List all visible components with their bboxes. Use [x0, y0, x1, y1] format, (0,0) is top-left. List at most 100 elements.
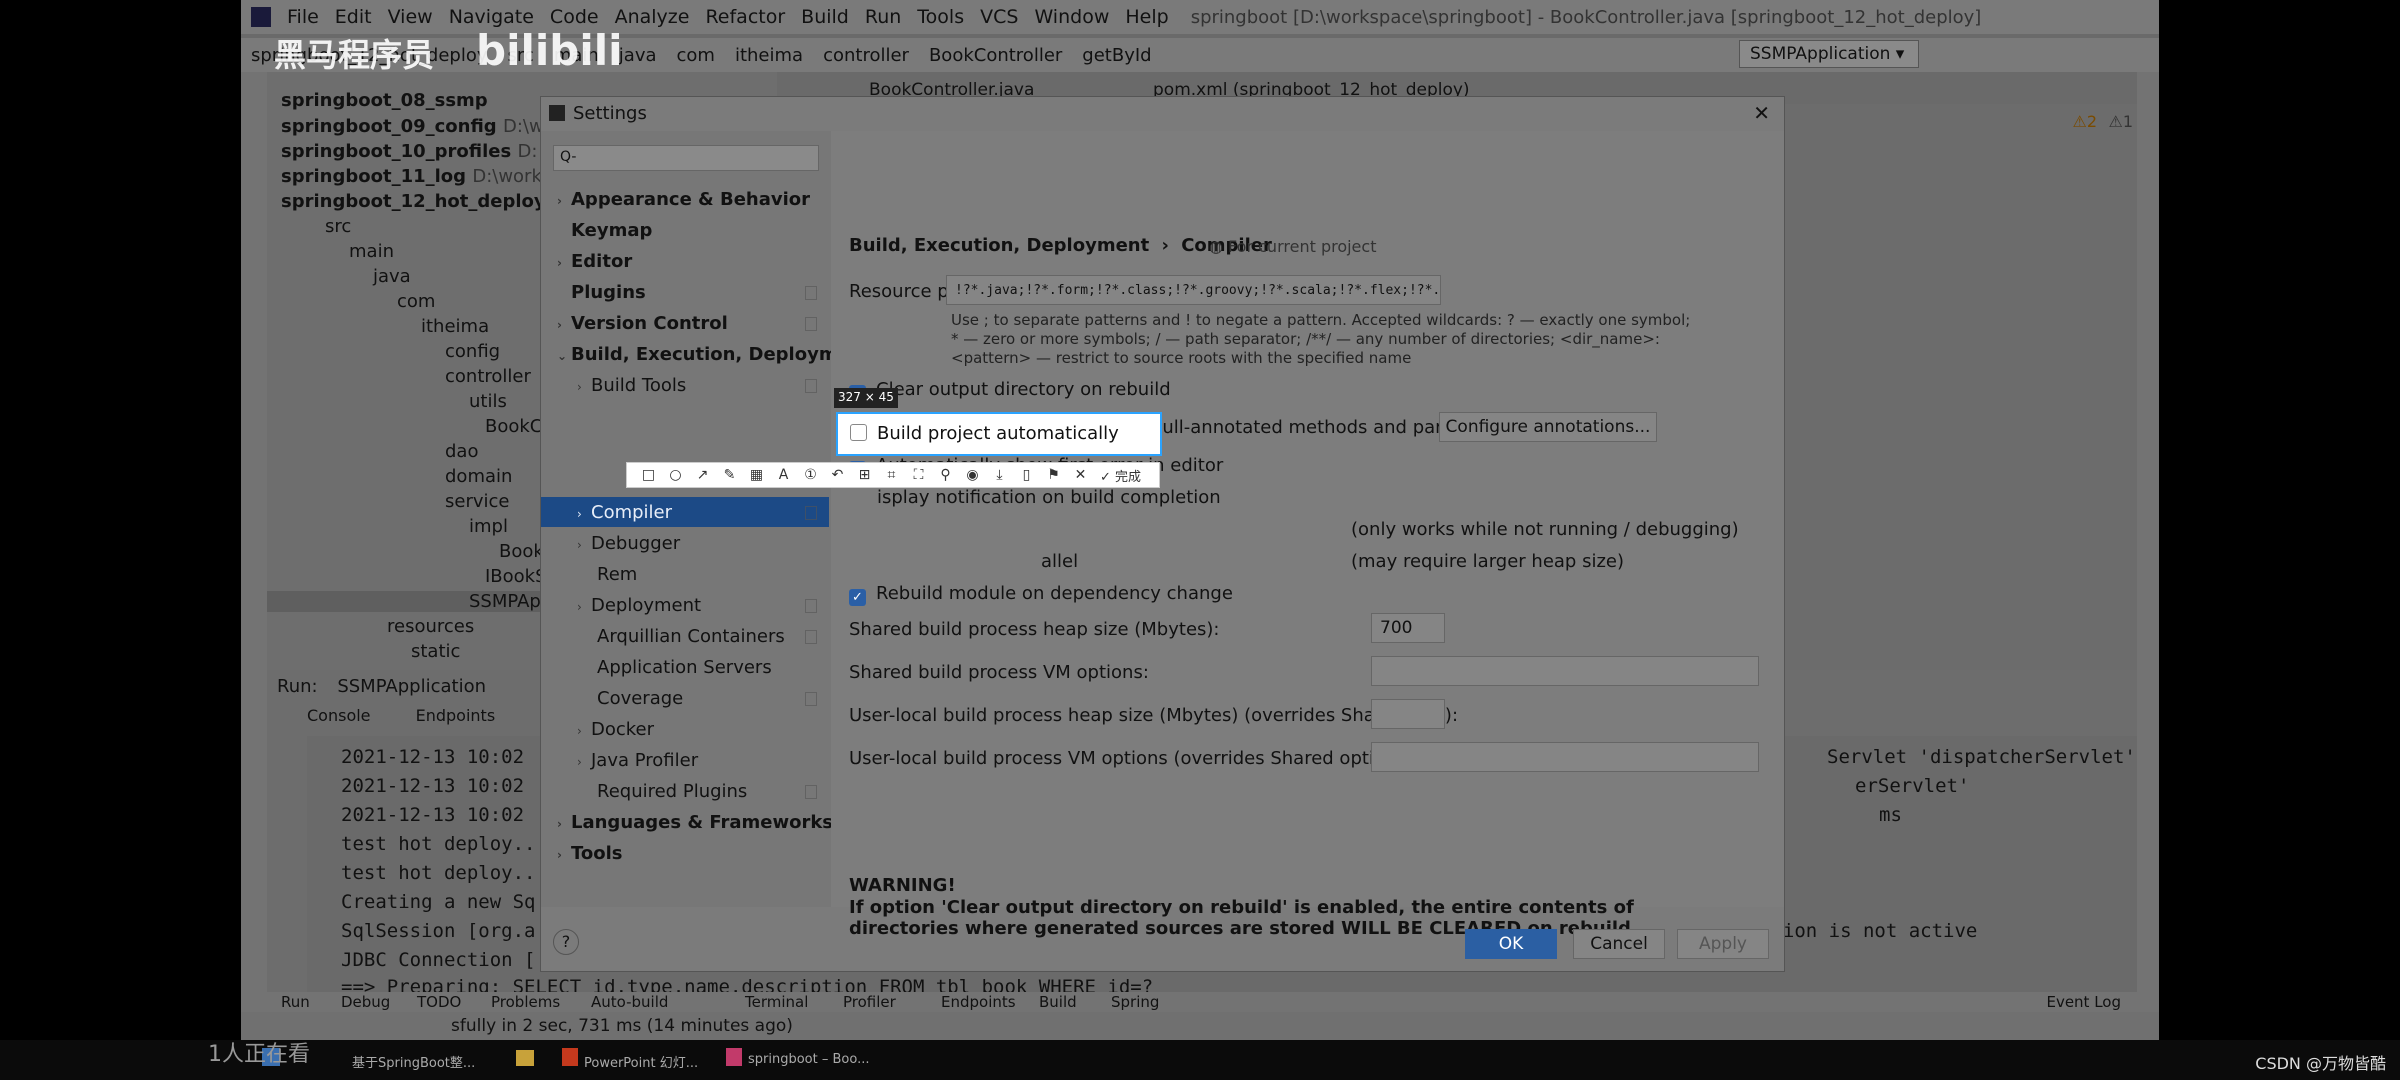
- user-heap-size-input[interactable]: [1371, 699, 1445, 729]
- taskbar-item-browser[interactable]: 基于SpringBoot整...: [352, 1052, 475, 1071]
- tree-app-servers[interactable]: Application Servers: [597, 657, 772, 678]
- menu-navigate[interactable]: Navigate: [441, 6, 542, 28]
- tree-plugins[interactable]: Plugins: [571, 282, 646, 303]
- checkbox-unchecked-icon[interactable]: [850, 424, 867, 441]
- capture-done-button[interactable]: ✓ 完成: [1100, 466, 1141, 485]
- tool-problems[interactable]: Problems: [491, 993, 560, 1011]
- tree-required-plugins[interactable]: Required Plugins: [597, 781, 747, 802]
- text-tool-icon[interactable]: A: [770, 467, 797, 483]
- tree-tools[interactable]: › Tools: [557, 843, 623, 864]
- breadcrumb-controller[interactable]: controller: [813, 45, 919, 66]
- tree-remote[interactable]: Rem: [597, 564, 637, 585]
- breadcrumb-class[interactable]: BookController: [919, 45, 1072, 66]
- bookmark-icon[interactable]: ⚑: [1040, 467, 1067, 483]
- pen-tool-icon[interactable]: ✎: [716, 467, 743, 483]
- tree-item[interactable]: service: [445, 491, 509, 512]
- save-icon[interactable]: ⤓: [986, 467, 1013, 483]
- tree-arquillian[interactable]: Arquillian Containers: [597, 626, 785, 647]
- tree-item[interactable]: config: [445, 341, 500, 362]
- resource-patterns-input[interactable]: !?*.java;!?*.form;!?*.class;!?*.groovy;!…: [946, 275, 1441, 305]
- menu-refactor[interactable]: Refactor: [697, 6, 793, 28]
- menu-build[interactable]: Build: [793, 6, 857, 28]
- tree-deployment[interactable]: › Deployment: [577, 595, 701, 616]
- option-build-automatically[interactable]: Build project automatically: [850, 423, 1119, 444]
- menu-file[interactable]: File: [279, 6, 327, 28]
- tree-item[interactable]: main: [349, 241, 394, 262]
- number-tool-icon[interactable]: ①: [797, 467, 824, 483]
- menu-run[interactable]: Run: [857, 6, 909, 28]
- tree-build-execution[interactable]: ⌄ Build, Execution, Deployment: [557, 344, 871, 365]
- menu-view[interactable]: View: [380, 6, 441, 28]
- tree-item[interactable]: springboot_12_hot_deploy: [281, 191, 546, 212]
- tree-keymap[interactable]: Keymap: [571, 220, 652, 241]
- tool-auto-build[interactable]: Auto-build: [591, 993, 668, 1011]
- tree-docker[interactable]: › Docker: [577, 719, 654, 740]
- tool-todo[interactable]: TODO: [417, 993, 461, 1011]
- ocr-icon[interactable]: ⊞: [851, 467, 878, 483]
- weak-warnings-count[interactable]: ⚠1: [2108, 112, 2133, 131]
- tree-compiler[interactable]: › Compiler: [577, 502, 672, 523]
- long-capture-icon[interactable]: ⛶: [905, 467, 932, 483]
- menu-edit[interactable]: Edit: [327, 6, 380, 28]
- warnings-count[interactable]: ⚠2: [2072, 112, 2097, 131]
- tool-debug[interactable]: Debug: [341, 993, 390, 1011]
- arrow-tool-icon[interactable]: ↗: [689, 467, 716, 483]
- taskbar-item-intellij[interactable]: springboot – Boo...: [748, 1052, 870, 1067]
- tree-item[interactable]: dao: [445, 441, 478, 462]
- tool-terminal[interactable]: Terminal: [745, 993, 808, 1011]
- tree-item[interactable]: controller: [445, 366, 531, 387]
- tree-item[interactable]: springboot_08_ssmp: [281, 90, 488, 111]
- tree-appearance[interactable]: › Appearance & Behavior: [557, 189, 810, 210]
- tree-item[interactable]: resources: [387, 616, 474, 637]
- tool-endpoints[interactable]: Endpoints: [941, 993, 1016, 1011]
- tree-debugger[interactable]: › Debugger: [577, 533, 680, 554]
- tree-coverage[interactable]: Coverage: [597, 688, 683, 709]
- tree-item[interactable]: springboot_09_config D:\w: [281, 116, 544, 137]
- user-vm-options-input[interactable]: [1371, 742, 1759, 772]
- help-button[interactable]: ?: [553, 929, 579, 955]
- breadcrumb-itheima[interactable]: itheima: [725, 45, 813, 66]
- tool-spring[interactable]: Spring: [1111, 993, 1159, 1011]
- tree-build-tools[interactable]: › Build Tools: [577, 375, 686, 396]
- folder-icon[interactable]: [516, 1050, 534, 1066]
- ok-button[interactable]: OK: [1465, 929, 1557, 959]
- apply-button[interactable]: Apply: [1677, 929, 1769, 959]
- undo-icon[interactable]: ↶: [824, 467, 851, 483]
- tool-run[interactable]: Run: [281, 993, 310, 1011]
- capture-selection[interactable]: Build project automatically: [836, 412, 1162, 456]
- configure-annotations-button[interactable]: Configure annotations...: [1439, 412, 1657, 442]
- powerpoint-icon[interactable]: [562, 1048, 578, 1066]
- checkbox-checked-icon[interactable]: ✓: [849, 589, 866, 606]
- tree-item[interactable]: utils: [469, 391, 507, 412]
- ellipse-tool-icon[interactable]: ○: [662, 467, 689, 483]
- cancel-capture-icon[interactable]: ✕: [1067, 467, 1094, 483]
- intellij-icon[interactable]: [726, 1048, 742, 1066]
- menu-vcs[interactable]: VCS: [972, 6, 1026, 28]
- run-config-tab[interactable]: SSMPApplication: [337, 676, 486, 697]
- breadcrumb-method[interactable]: getById: [1072, 45, 1161, 66]
- breadcrumb-com[interactable]: com: [667, 45, 725, 66]
- menu-code[interactable]: Code: [542, 6, 607, 28]
- tab-console[interactable]: Console: [307, 706, 371, 725]
- tree-item[interactable]: springboot_11_log D:\work: [281, 166, 542, 187]
- settings-search-input[interactable]: Q-: [553, 145, 819, 171]
- tree-item[interactable]: java: [373, 266, 411, 287]
- menu-analyze[interactable]: Analyze: [607, 6, 698, 28]
- cancel-button[interactable]: Cancel: [1573, 929, 1665, 959]
- tree-java-profiler[interactable]: › Java Profiler: [577, 750, 698, 771]
- tree-item[interactable]: static: [411, 641, 460, 662]
- menu-tools[interactable]: Tools: [909, 6, 972, 28]
- tree-languages[interactable]: › Languages & Frameworks: [557, 812, 833, 833]
- tree-item[interactable]: com: [397, 291, 435, 312]
- close-icon[interactable]: ✕: [1753, 101, 1770, 125]
- tree-editor[interactable]: › Editor: [557, 251, 632, 272]
- menu-window[interactable]: Window: [1026, 6, 1117, 28]
- option-rebuild-module[interactable]: ✓ Rebuild module on dependency change: [849, 583, 1233, 606]
- option-parallel[interactable]: allel: [1041, 551, 1078, 572]
- event-log[interactable]: Event Log: [2046, 993, 2121, 1011]
- mosaic-tool-icon[interactable]: ▦: [743, 467, 770, 483]
- tree-item[interactable]: springboot_10_profiles D:: [281, 141, 537, 162]
- pin-icon[interactable]: ⚲: [932, 467, 959, 483]
- tool-build[interactable]: Build: [1039, 993, 1077, 1011]
- tree-item[interactable]: domain: [445, 466, 512, 487]
